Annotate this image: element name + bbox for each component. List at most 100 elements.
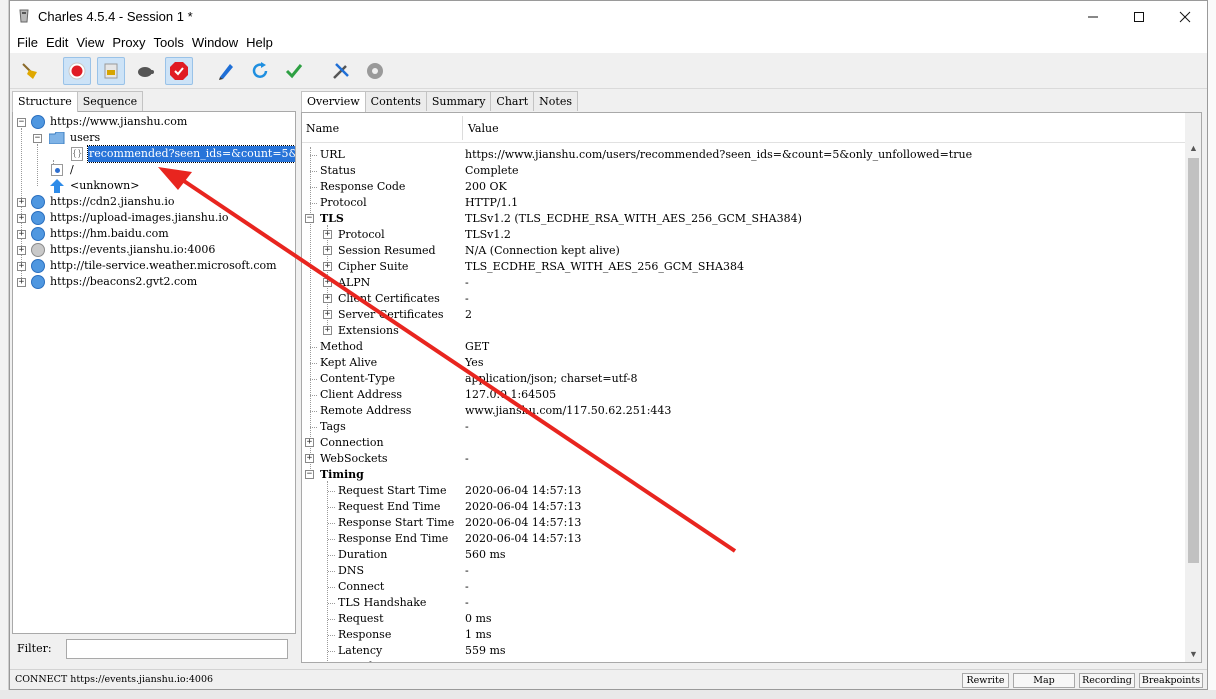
- breakpoints-button[interactable]: [165, 57, 193, 85]
- overview-row[interactable]: Request 0 ms: [302, 611, 1185, 627]
- menu-file[interactable]: File: [13, 35, 42, 50]
- tree-row-host[interactable]: + https://hm.baidu.com: [13, 226, 295, 242]
- overview-row[interactable]: + Session Resumed N/A (Connection kept ali…: [302, 243, 1185, 259]
- overview-row[interactable]: Connect -: [302, 579, 1185, 595]
- menu-help[interactable]: Help: [242, 35, 277, 50]
- rewrite-button[interactable]: Rewrite: [962, 673, 1009, 688]
- minimize-button[interactable]: [1070, 1, 1116, 32]
- expand-toggle[interactable]: +: [323, 278, 332, 287]
- expand-toggle[interactable]: +: [323, 230, 332, 239]
- tree-row-folder[interactable]: − users: [13, 130, 295, 146]
- overview-row[interactable]: + Server Certificates 2: [302, 307, 1185, 323]
- expand-toggle[interactable]: +: [17, 230, 26, 239]
- breakpoints-status-button[interactable]: Breakpoints: [1139, 673, 1203, 688]
- expand-toggle[interactable]: +: [17, 198, 26, 207]
- overview-row[interactable]: Request Start Time 2020-06-04 14:57:13: [302, 483, 1185, 499]
- collapse-toggle[interactable]: −: [305, 214, 314, 223]
- overview-row[interactable]: Response End Time 2020-06-04 14:57:13: [302, 531, 1185, 547]
- tree-row-request[interactable]: {} recommended?seen_ids=&count=5&only: [13, 145, 295, 163]
- overview-row[interactable]: Latency 559 ms: [302, 643, 1185, 659]
- tree-row-unknown[interactable]: <unknown>: [13, 178, 295, 194]
- collapse-toggle[interactable]: −: [17, 118, 26, 127]
- overview-row[interactable]: Tags -: [302, 419, 1185, 435]
- tab-summary[interactable]: Summary: [425, 91, 492, 111]
- scroll-up-icon[interactable]: ▲: [1189, 143, 1198, 153]
- tree-row-host[interactable]: + http://tile-service.weather.microsoft.…: [13, 258, 295, 274]
- clear-session-button[interactable]: [16, 57, 44, 85]
- collapse-toggle[interactable]: −: [33, 134, 42, 143]
- close-button[interactable]: [1162, 1, 1207, 32]
- overview-row[interactable]: − Timing: [302, 467, 1185, 483]
- expand-toggle[interactable]: +: [305, 454, 314, 463]
- overview-row[interactable]: Status Complete: [302, 163, 1185, 179]
- tree-row-host[interactable]: + https://upload-images.jianshu.io: [13, 210, 295, 226]
- expand-toggle[interactable]: +: [323, 246, 332, 255]
- tree-row-host[interactable]: + https://events.jianshu.io:4006: [13, 242, 295, 258]
- overview-row[interactable]: + Client Certificates -: [302, 291, 1185, 307]
- menu-tools[interactable]: Tools: [150, 35, 188, 50]
- scroll-down-icon[interactable]: ▼: [1189, 649, 1198, 659]
- overview-row[interactable]: Request End Time 2020-06-04 14:57:13: [302, 499, 1185, 515]
- overview-row[interactable]: Duration 560 ms: [302, 547, 1185, 563]
- menu-window[interactable]: Window: [188, 35, 242, 50]
- overview-row[interactable]: Client Address 127.0.0.1:64505: [302, 387, 1185, 403]
- overview-row[interactable]: Response 1 ms: [302, 627, 1185, 643]
- validate-button[interactable]: [280, 57, 308, 85]
- overview-row[interactable]: − TLS TLSv1.2 (TLS_ECDHE_RSA_WITH_AES_256_…: [302, 211, 1185, 227]
- tab-overview[interactable]: Overview: [301, 91, 366, 112]
- map-remote-button[interactable]: Map Remote: [1013, 673, 1075, 689]
- record-button[interactable]: [63, 57, 91, 85]
- expand-toggle[interactable]: +: [323, 310, 332, 319]
- overview-row[interactable]: URL https://www.jianshu.com/users/recomme…: [302, 147, 1185, 163]
- menu-edit[interactable]: Edit: [42, 35, 72, 50]
- overview-row[interactable]: + ALPN -: [302, 275, 1185, 291]
- expand-toggle[interactable]: +: [17, 278, 26, 287]
- compose-button[interactable]: [212, 57, 240, 85]
- menu-proxy[interactable]: Proxy: [108, 35, 149, 50]
- overview-row[interactable]: Content-Type application/json; charset=ut…: [302, 371, 1185, 387]
- expand-toggle[interactable]: +: [17, 246, 26, 255]
- overview-row[interactable]: Remote Address www.jianshu.com/117.50.62.…: [302, 403, 1185, 419]
- expand-toggle[interactable]: +: [323, 326, 332, 335]
- tree-row-host[interactable]: + https://beacons2.gvt2.com: [13, 274, 295, 290]
- column-name-header[interactable]: Name: [306, 122, 339, 135]
- overview-row[interactable]: + Protocol TLSv1.2: [302, 227, 1185, 243]
- expand-toggle[interactable]: +: [305, 438, 314, 447]
- overview-row[interactable]: Method GET: [302, 339, 1185, 355]
- collapse-toggle[interactable]: −: [305, 470, 314, 479]
- tab-contents[interactable]: Contents: [364, 91, 427, 111]
- overview-row[interactable]: + Connection: [302, 435, 1185, 451]
- tab-structure[interactable]: Structure: [12, 91, 78, 112]
- expand-toggle[interactable]: +: [17, 262, 26, 271]
- recording-button[interactable]: Recording: [1079, 673, 1135, 688]
- tab-sequence[interactable]: Sequence: [76, 91, 144, 111]
- overview-row[interactable]: Response Start Time 2020-06-04 14:57:13: [302, 515, 1185, 531]
- settings-button[interactable]: [361, 57, 389, 85]
- tab-notes[interactable]: Notes: [533, 91, 578, 111]
- expand-toggle[interactable]: +: [17, 214, 26, 223]
- overview-row[interactable]: Protocol HTTP/1.1: [302, 195, 1185, 211]
- vertical-scrollbar[interactable]: ▲ ▼: [1185, 113, 1201, 662]
- column-value-header[interactable]: Value: [468, 122, 499, 135]
- tree-row-host[interactable]: + https://cdn2.jianshu.io: [13, 194, 295, 210]
- repeat-button[interactable]: [246, 57, 274, 85]
- overview-row[interactable]: Speed 3.87 KB/s: [302, 659, 1185, 662]
- throttle-button[interactable]: [97, 57, 125, 85]
- filter-input[interactable]: [66, 639, 288, 659]
- tools-button[interactable]: [327, 57, 355, 85]
- overview-row[interactable]: + WebSockets -: [302, 451, 1185, 467]
- overview-row[interactable]: + Extensions: [302, 323, 1185, 339]
- menu-view[interactable]: View: [72, 35, 108, 50]
- overview-row[interactable]: Response Code 200 OK: [302, 179, 1185, 195]
- overview-row[interactable]: TLS Handshake -: [302, 595, 1185, 611]
- overview-row[interactable]: + Cipher Suite TLS_ECDHE_RSA_WITH_AES_256_…: [302, 259, 1185, 275]
- tree-row-host[interactable]: − https://www.jianshu.com: [13, 114, 295, 130]
- tree-row-root[interactable]: /: [13, 162, 295, 178]
- expand-toggle[interactable]: +: [323, 294, 332, 303]
- scroll-thumb[interactable]: [1188, 158, 1199, 563]
- overview-row[interactable]: Kept Alive Yes: [302, 355, 1185, 371]
- turtle-button[interactable]: [131, 57, 159, 85]
- tab-chart[interactable]: Chart: [490, 91, 535, 111]
- expand-toggle[interactable]: +: [323, 262, 332, 271]
- overview-row[interactable]: DNS -: [302, 563, 1185, 579]
